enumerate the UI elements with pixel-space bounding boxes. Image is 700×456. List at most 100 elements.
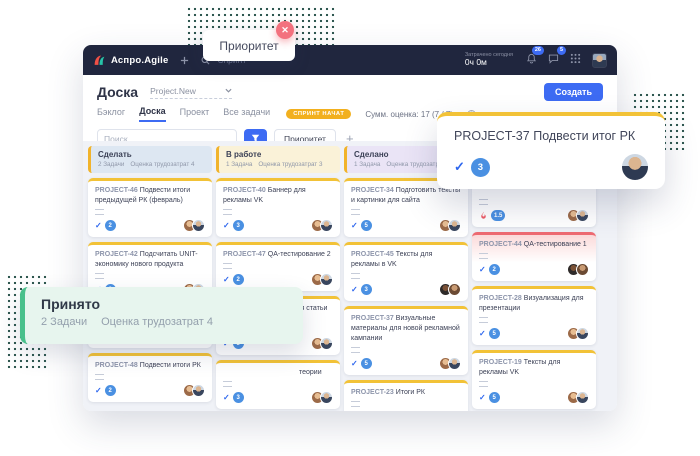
check-icon: ✓	[95, 386, 102, 395]
messages-badge: 5	[557, 46, 566, 55]
estimate-badge: 5	[361, 220, 372, 231]
column-header[interactable]: Сделать2 ЗадачиОценка трудозатрат 4	[88, 146, 212, 173]
task-title: QA-тестирование 1	[524, 241, 587, 248]
tab-project[interactable]: Проект	[180, 107, 210, 121]
tab-all-tasks[interactable]: Все задачи	[223, 107, 270, 121]
column-estimate: Оценка трудозатрат 3	[258, 161, 322, 168]
column-subtitle: 1 Задача Оценка трудозатрат 3	[226, 161, 333, 168]
task-card-footer: ✓2	[95, 219, 205, 232]
description-icon	[223, 209, 232, 215]
task-card-project-19[interactable]: PROJECT-19Тексты для рекламы VK✓5	[472, 350, 596, 409]
task-card-title: PROJECT-48Подвести итоги РК	[95, 361, 205, 371]
estimate-badge: 5	[489, 328, 500, 339]
avatar	[320, 219, 333, 232]
description-icon	[351, 401, 360, 407]
avatar	[448, 357, 461, 370]
time-spent: Затрачено сегодня 0ч 0м	[465, 52, 513, 67]
task-card-project-28[interactable]: PROJECT-28Визуализация для презентации✓5	[472, 286, 596, 345]
task-card-footer: ✓3	[223, 391, 333, 404]
task-title: Подвести итоги РК	[140, 362, 201, 369]
description-icon	[223, 263, 232, 269]
task-card-project-23[interactable]: PROJECT-23Итоги РК✓5	[344, 380, 468, 411]
column-estimate: Оценка трудозатрат 4	[130, 161, 194, 168]
messages-button[interactable]: 5	[548, 51, 559, 69]
task-card-footer: ✓2	[95, 384, 205, 397]
description-icon	[479, 381, 488, 387]
tab-backlog[interactable]: Бэклог	[97, 107, 125, 121]
task-card-footer: ✓2	[479, 263, 589, 276]
board-select[interactable]: Project.New	[150, 86, 232, 99]
avatar	[622, 154, 648, 180]
assignee-avatars	[311, 337, 333, 350]
description-icon	[479, 317, 488, 323]
app-name: Аспро.Agile	[111, 55, 168, 66]
estimate-badge: 3	[233, 392, 244, 403]
assignee-avatars	[567, 327, 589, 340]
task-id: PROJECT-46	[95, 187, 138, 194]
task-card[interactable]: теории ✓3	[216, 360, 340, 409]
time-spent-value: 0ч 0м	[465, 58, 513, 67]
grid-icon	[570, 53, 581, 64]
description-icon	[351, 347, 360, 353]
notifications-badge: 26	[532, 46, 544, 55]
sprint-status-badge: СПРИНТ НАЧАТ	[286, 109, 351, 119]
add-icon[interactable]	[180, 56, 189, 65]
task-card-footer: 1.5	[479, 209, 589, 222]
task-card-project-46[interactable]: PROJECT-46Подвести итоги предыдущей РК (…	[88, 178, 212, 237]
avatar	[576, 263, 589, 276]
task-card-project-47[interactable]: PROJECT-47QA-тестирование 2✓2	[216, 242, 340, 291]
task-title: QA-тестирование 2	[268, 251, 331, 258]
create-button[interactable]: Создать	[544, 83, 603, 101]
check-icon: ✓	[223, 221, 230, 230]
check-icon: ✓	[454, 159, 465, 175]
assignee-avatars	[183, 219, 205, 232]
user-avatar[interactable]	[592, 53, 607, 68]
app-window: Аспро.Agile Спринт Затрачено сегодня 0ч …	[83, 45, 617, 411]
task-card-project-44[interactable]: PROJECT-44QA-тестирование 1 ✓2	[472, 232, 596, 281]
notifications-button[interactable]: 26	[526, 51, 537, 69]
task-card-title: PROJECT-47QA-тестирование 2	[223, 250, 333, 260]
column-title: В работе	[226, 150, 333, 159]
task-card-project-40[interactable]: PROJECT-40Баннер для рекламы VK✓3	[216, 178, 340, 237]
app-logo[interactable]: Аспро.Agile	[93, 54, 168, 67]
estimate-badge: 2	[105, 220, 116, 231]
accepted-column-callout: Принято 2 Задачи Оценка трудозатрат 4	[20, 287, 303, 344]
description-icon	[479, 199, 488, 205]
assignee-avatars	[439, 219, 461, 232]
apps-grid-button[interactable]	[570, 51, 581, 69]
task-card-title: PROJECT-23Итоги РК	[351, 388, 461, 398]
avatar	[320, 273, 333, 286]
accepted-tasks-count: 2 Задачи	[41, 316, 87, 328]
task-title: теории	[299, 369, 322, 376]
board-column-2: В работе 1 Задача Оценка трудозатрат 3 PROJ…	[216, 146, 340, 411]
estimate-badge: 5	[361, 358, 372, 369]
task-card-project-37[interactable]: PROJECT-37Визуальные материалы для новой…	[344, 306, 468, 375]
estimate-badge: 3	[361, 284, 372, 295]
close-icon[interactable]: ✕	[276, 21, 294, 39]
assignee-avatars	[439, 357, 461, 370]
task-card-footer: ✓3	[223, 219, 333, 232]
task-id: PROJECT-23	[351, 389, 394, 396]
check-icon: ✓	[479, 393, 486, 402]
page: Аспро.Agile Спринт Затрачено сегодня 0ч …	[0, 0, 700, 456]
column-header[interactable]: В работе 1 Задача Оценка трудозатрат 3	[216, 146, 340, 173]
description-icon	[95, 273, 104, 279]
task-card-title: PROJECT-44QA-тестирование 1	[479, 240, 589, 250]
task-title: Подвести итог РК	[533, 129, 635, 143]
zoomed-card-title: PROJECT-37 Подвести итог РК	[454, 129, 648, 143]
avatar	[320, 337, 333, 350]
zoomed-card-footer: ✓ 3	[454, 154, 648, 180]
tab-board[interactable]: Доска	[139, 106, 165, 122]
task-card-project-48[interactable]: PROJECT-48Подвести итоги РК ✓2	[88, 353, 212, 402]
task-card-title: теории	[223, 368, 333, 378]
estimate-badge: 1.5	[491, 210, 505, 221]
task-card-project-45[interactable]: PROJECT-45Тексты для рекламы в VK✓3	[344, 242, 468, 301]
task-card-footer: ✓5	[479, 327, 589, 340]
zoomed-task-card[interactable]: PROJECT-37 Подвести итог РК ✓ 3	[437, 112, 665, 189]
board-column-1: Сделать2 ЗадачиОценка трудозатрат 4 PROJE…	[88, 146, 212, 407]
column-task-count: 1 Задача	[226, 161, 252, 168]
task-card-footer: ✓5	[351, 357, 461, 370]
accepted-title: Принято	[41, 296, 287, 312]
description-icon	[479, 253, 488, 259]
estimate-badge: 3	[233, 220, 244, 231]
